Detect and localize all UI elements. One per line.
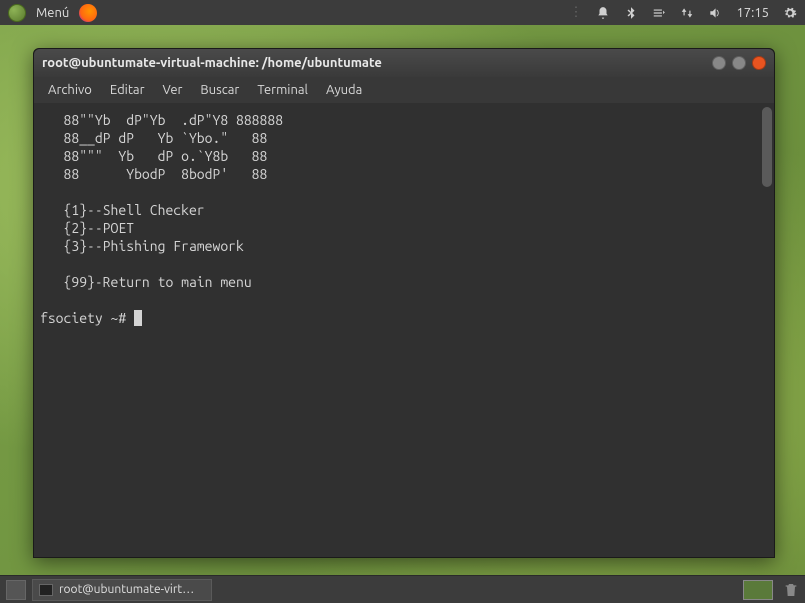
- maximize-button[interactable]: [732, 56, 746, 70]
- terminal-menubar: Archivo Editar Ver Buscar Terminal Ayuda: [34, 77, 774, 103]
- taskbar-item-terminal[interactable]: root@ubuntumate-virt…: [32, 579, 212, 601]
- menu-ayuda[interactable]: Ayuda: [318, 80, 370, 100]
- ascii-banner: 88""Yb dP"Yb .dP"Y8 888888 88__dP dP Yb …: [40, 112, 283, 182]
- network-updown-icon[interactable]: [680, 6, 694, 20]
- option-1: {1}--Shell Checker: [40, 202, 205, 218]
- minimize-button[interactable]: [712, 56, 726, 70]
- cursor: [134, 310, 142, 326]
- bottom-panel: root@ubuntumate-virt…: [0, 575, 805, 603]
- trash-icon[interactable]: [783, 581, 799, 599]
- menu-label[interactable]: Menú: [36, 6, 69, 20]
- close-button[interactable]: [752, 56, 766, 70]
- network-menu-icon[interactable]: [652, 6, 666, 20]
- volume-icon[interactable]: [708, 6, 722, 20]
- option-2: {2}--POET: [40, 220, 134, 236]
- menu-archivo[interactable]: Archivo: [40, 80, 100, 100]
- scrollbar-thumb[interactable]: [762, 107, 772, 187]
- terminal-icon: [39, 584, 53, 596]
- bluetooth-icon[interactable]: [624, 6, 638, 20]
- tray-divider: ⋮: [569, 5, 582, 20]
- terminal-prompt: fsociety ~#: [40, 310, 134, 326]
- firefox-icon[interactable]: [79, 4, 97, 22]
- gear-icon[interactable]: [783, 6, 797, 20]
- terminal-content: 88""Yb dP"Yb .dP"Y8 888888 88__dP dP Yb …: [40, 111, 768, 327]
- clock[interactable]: 17:15: [736, 6, 769, 20]
- menu-buscar[interactable]: Buscar: [192, 80, 247, 100]
- menu-editar[interactable]: Editar: [102, 80, 153, 100]
- menu-terminal[interactable]: Terminal: [249, 80, 316, 100]
- menu-ver[interactable]: Ver: [155, 80, 191, 100]
- window-title: root@ubuntumate-virtual-machine: /home/u…: [42, 56, 382, 70]
- distro-logo-icon[interactable]: [8, 4, 26, 22]
- workspace-switcher[interactable]: [743, 580, 773, 600]
- option-return: {99}-Return to main menu: [40, 274, 252, 290]
- top-panel: Menú ⋮ 17:15: [0, 0, 805, 25]
- terminal-window: root@ubuntumate-virtual-machine: /home/u…: [33, 48, 775, 558]
- terminal-body[interactable]: 88""Yb dP"Yb .dP"Y8 888888 88__dP dP Yb …: [34, 103, 774, 557]
- taskbar-item-label: root@ubuntumate-virt…: [59, 583, 194, 596]
- option-3: {3}--Phishing Framework: [40, 238, 244, 254]
- bell-icon[interactable]: [596, 6, 610, 20]
- window-titlebar[interactable]: root@ubuntumate-virtual-machine: /home/u…: [34, 49, 774, 77]
- show-desktop-button[interactable]: [6, 580, 26, 600]
